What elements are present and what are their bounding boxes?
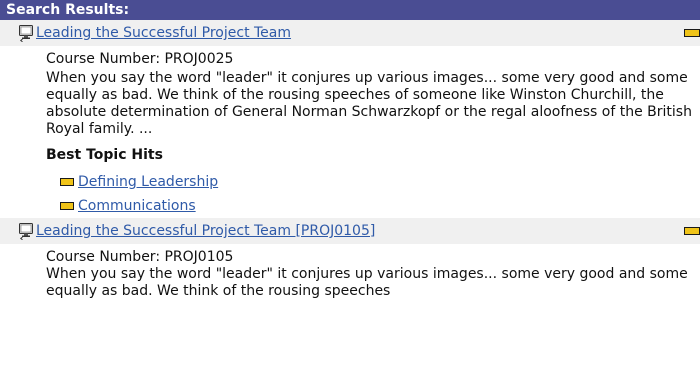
course-number: Course Number: PROJ0025 bbox=[46, 51, 234, 67]
search-results-header: Search Results: bbox=[0, 0, 700, 20]
topic-hit-item: Communications bbox=[60, 194, 692, 218]
course-description: When you say the word "leader" it conjur… bbox=[46, 266, 688, 299]
bookmark-icon bbox=[60, 178, 74, 186]
topic-hits-list: Defining Leadership Communications bbox=[46, 170, 692, 218]
search-result-body: Course Number: PROJ0105 When you say the… bbox=[0, 248, 700, 300]
best-topic-hits-heading: Best Topic Hits bbox=[46, 147, 163, 163]
course-monitor-icon bbox=[19, 223, 33, 240]
result-title-link[interactable]: Leading the Successful Project Team bbox=[36, 25, 291, 41]
topic-hit-item: Defining Leadership bbox=[60, 170, 692, 194]
course-number: Course Number: PROJ0105 bbox=[46, 249, 234, 265]
search-result-body: Course Number: PROJ0025 When you say the… bbox=[0, 50, 700, 218]
topic-hit-link[interactable]: Defining Leadership bbox=[78, 174, 218, 190]
search-results-title: Search Results: bbox=[6, 2, 130, 18]
topic-hit-link[interactable]: Communications bbox=[78, 198, 196, 214]
result-title-link[interactable]: Leading the Successful Project Team [PRO… bbox=[36, 223, 375, 239]
search-result-title-row: Leading the Successful Project Team bbox=[0, 20, 700, 46]
course-monitor-icon bbox=[19, 25, 33, 42]
course-description: When you say the word "leader" it conjur… bbox=[46, 70, 692, 137]
bookmark-icon[interactable] bbox=[684, 29, 700, 37]
bookmark-icon bbox=[60, 202, 74, 210]
bookmark-icon[interactable] bbox=[684, 227, 700, 235]
search-result-title-row: Leading the Successful Project Team [PRO… bbox=[0, 218, 700, 244]
